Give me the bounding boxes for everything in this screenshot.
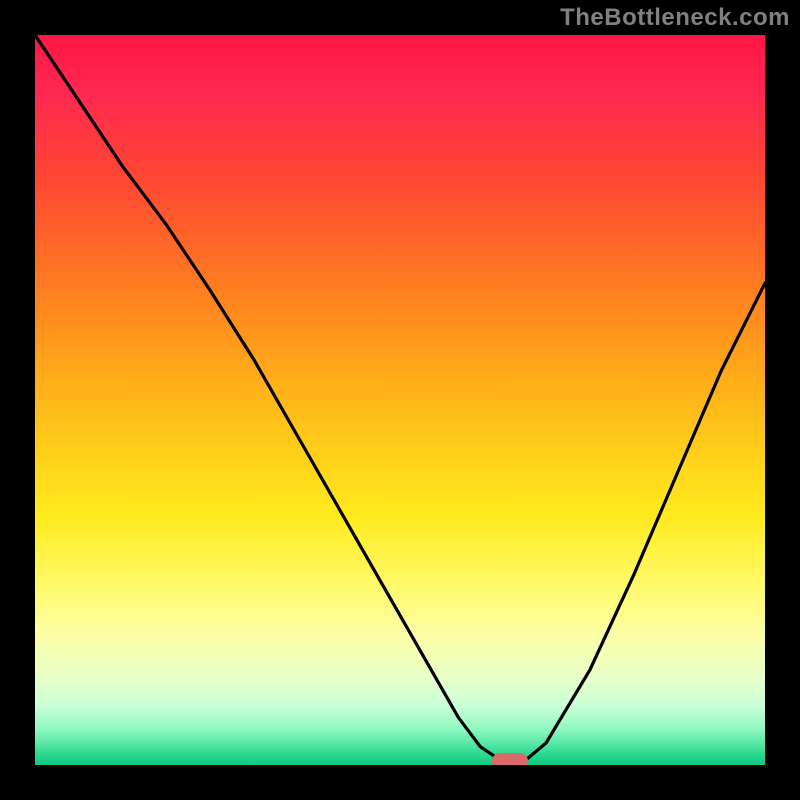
watermark-text: TheBottleneck.com bbox=[560, 4, 790, 32]
chart-frame: TheBottleneck.com bbox=[0, 0, 800, 800]
bottleneck-curve bbox=[35, 35, 765, 765]
plot-area bbox=[35, 35, 765, 765]
optimum-marker bbox=[492, 753, 528, 765]
